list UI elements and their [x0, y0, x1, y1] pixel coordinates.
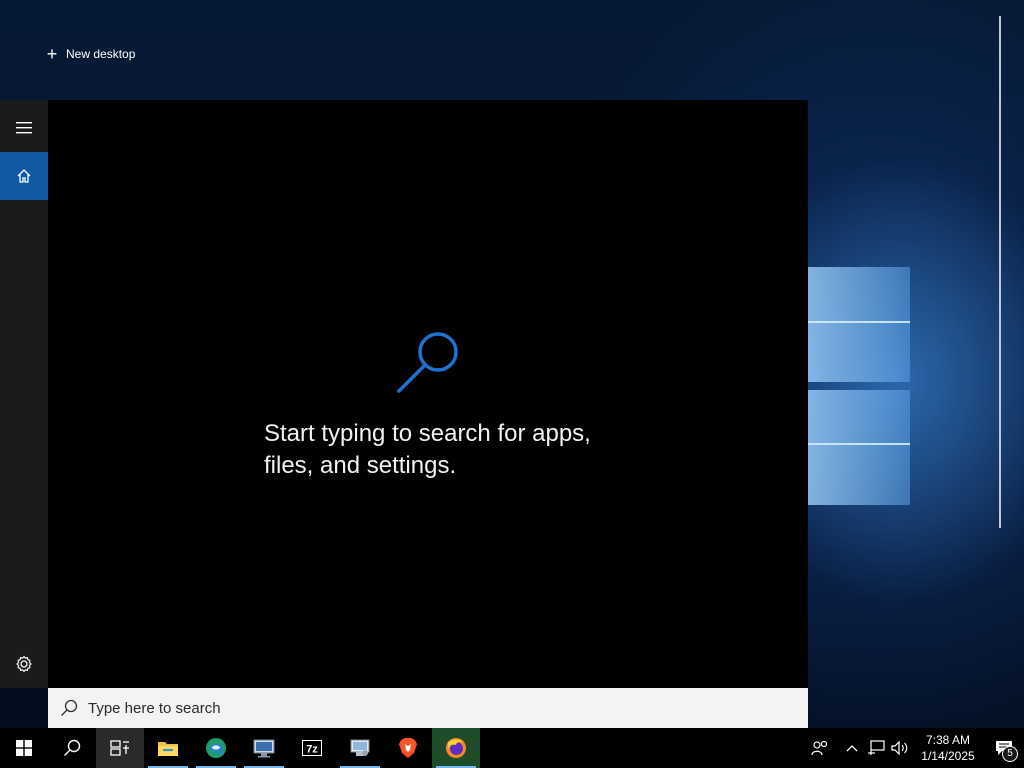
desktop-scrollbar[interactable]: [999, 16, 1001, 528]
edge-icon: [206, 738, 226, 758]
firefox-button[interactable]: [432, 728, 480, 768]
start-button[interactable]: [0, 728, 48, 768]
home-icon: [17, 169, 31, 183]
windows-icon: [16, 740, 32, 756]
new-desktop-button[interactable]: + New desktop: [44, 42, 136, 66]
volume-tray-button[interactable]: [888, 728, 912, 768]
search-placeholder: Type here to search: [88, 699, 221, 717]
action-center-button[interactable]: 5: [984, 728, 1024, 768]
hamburger-icon: [16, 122, 32, 134]
taskbar: 7z 7:38 AM 1/14/2025 5: [0, 728, 1024, 768]
control-panel-icon: [350, 739, 370, 756]
settings-button[interactable]: [0, 640, 48, 688]
plus-icon: +: [46, 44, 58, 64]
speaker-icon: [891, 740, 908, 756]
search-hint-line2: files, and settings.: [264, 452, 457, 479]
search-hint-icon: [397, 332, 458, 393]
svg-text:7z: 7z: [306, 744, 318, 756]
chevron-up-icon: [846, 745, 858, 752]
network-tray-button[interactable]: [864, 728, 888, 768]
brave-icon: [399, 738, 417, 758]
file-explorer-button[interactable]: [144, 728, 192, 768]
hamburger-menu-button[interactable]: [0, 104, 48, 152]
network-icon: [868, 740, 885, 755]
edge-button[interactable]: [192, 728, 240, 768]
people-icon: [811, 740, 828, 756]
gear-icon: [16, 655, 32, 673]
new-desktop-label: New desktop: [66, 47, 136, 61]
brave-button[interactable]: [384, 728, 432, 768]
clock-time: 7:38 AM: [925, 733, 971, 747]
clock[interactable]: 7:38 AM 1/14/2025: [912, 732, 984, 764]
people-button[interactable]: [800, 728, 840, 768]
control-panel-button[interactable]: [336, 728, 384, 768]
firefox-icon: [446, 738, 466, 758]
home-button[interactable]: [0, 152, 48, 200]
search-hint-line1: Start typing to search for apps,: [264, 420, 591, 447]
search-icon: [61, 699, 78, 716]
task-view-button[interactable]: [96, 728, 144, 768]
search-hint-text: Start typing to search for apps, files, …: [264, 418, 624, 482]
task-view-icon: [110, 740, 129, 756]
network-app-button[interactable]: [240, 728, 288, 768]
7zip-button[interactable]: 7z: [288, 728, 336, 768]
search-icon: [64, 739, 81, 756]
monitor-icon: [253, 739, 275, 758]
show-hidden-icons-button[interactable]: [840, 728, 864, 768]
start-rail: [0, 100, 48, 688]
folder-icon: [158, 742, 178, 756]
search-button[interactable]: [48, 728, 96, 768]
7zip-icon: 7z: [301, 739, 323, 757]
windows-wallpaper-logo: [808, 255, 918, 515]
clock-date: 1/14/2025: [921, 749, 975, 763]
search-input[interactable]: Type here to search: [48, 688, 808, 728]
system-tray: 7:38 AM 1/14/2025 5: [800, 728, 1024, 768]
notification-count-badge: 5: [1002, 746, 1018, 762]
